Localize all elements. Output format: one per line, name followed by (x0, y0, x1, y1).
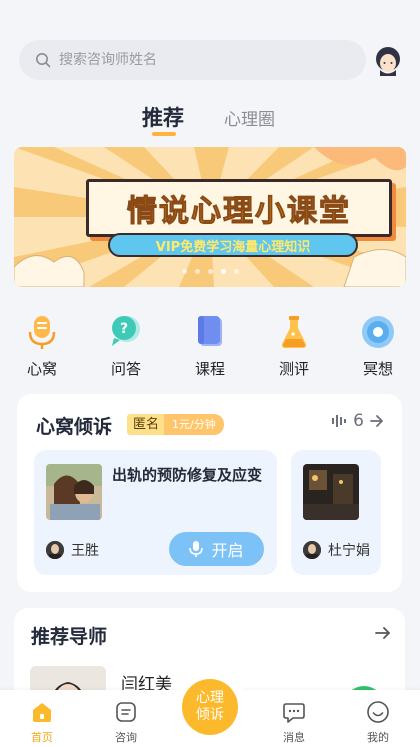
audio-bars-icon (332, 415, 347, 427)
category-test[interactable]: 测评 (264, 312, 324, 379)
category-label: 冥想 (362, 360, 393, 378)
topic-thumbnail (303, 464, 359, 520)
category-label: 问答 (110, 360, 141, 378)
start-button[interactable]: 开启 (169, 532, 264, 566)
section-title: 心窝倾诉 (36, 416, 113, 438)
nav-label: 首页 (31, 731, 53, 744)
home-icon (33, 703, 51, 722)
start-button-label: 开启 (211, 541, 244, 560)
flask-icon (281, 316, 307, 348)
search-input[interactable] (59, 52, 339, 68)
center-button-label: 心理倾诉 (196, 690, 224, 723)
search-icon (36, 53, 51, 68)
svg-text:?: ? (120, 321, 128, 337)
microphone-icon (189, 541, 204, 557)
category-label: 课程 (194, 360, 225, 378)
banner-subtitle: VIP免费学习海量心理知识 (108, 233, 358, 257)
book-icon (198, 316, 222, 346)
search-bar[interactable] (19, 40, 366, 80)
tab-psychology-circle[interactable]: 心理圈 (224, 105, 275, 130)
banner-title: 情说心理小课堂 (127, 194, 351, 230)
active-tab-indicator (152, 132, 176, 136)
category-xinwo[interactable]: 心窝 (12, 312, 72, 379)
counselor-name: 杜宁娟 (328, 543, 370, 559)
counselor-avatar (46, 541, 64, 559)
nav-mine[interactable]: 我的 (348, 700, 408, 745)
carousel-dot (194, 269, 200, 274)
online-count-link[interactable]: 6 (331, 411, 384, 431)
xinwo-section: 心窝倾诉 匿名 1元/分钟 6 出轨的预防修复及应变 王胜 开启 杜宁娟 (17, 394, 402, 592)
category-label: 心窝 (26, 360, 57, 378)
online-count: 6 (353, 411, 364, 431)
counselor-info: 王胜 (46, 540, 99, 560)
carousel-dot-active (220, 269, 226, 274)
nav-home[interactable]: 首页 (12, 700, 72, 745)
topic-title: 出轨的预防修复及应变 (112, 466, 263, 484)
anonymous-tag: 匿名 (127, 414, 166, 435)
meditation-circle-icon (362, 316, 394, 348)
promo-banner[interactable]: 情说心理小课堂 VIP免费学习海量心理知识 (14, 147, 406, 287)
nav-label: 我的 (367, 731, 389, 744)
xinwo-topic-card[interactable]: 杜宁娟 (291, 450, 381, 575)
message-bubble-icon (283, 703, 305, 723)
topic-thumbnail (46, 464, 102, 520)
psychology-talk-button[interactable]: 心理倾诉 (182, 679, 238, 735)
nav-messages[interactable]: 消息 (264, 700, 324, 745)
banner-title-board: 情说心理小课堂 (86, 179, 392, 237)
counselor-info: 杜宁娟 (303, 540, 370, 560)
microphone-icon (28, 316, 56, 349)
nav-consult[interactable]: 咨询 (96, 700, 156, 745)
smile-profile-icon (367, 701, 389, 723)
consult-icon (116, 702, 136, 722)
arrow-right-icon[interactable] (375, 626, 391, 640)
carousel-dot (207, 269, 213, 274)
customer-service-avatar-icon[interactable] (373, 44, 403, 76)
arrow-right-icon (370, 415, 383, 427)
category-label: 测评 (278, 360, 309, 378)
nav-label: 咨询 (115, 731, 137, 744)
category-course[interactable]: 课程 (180, 312, 240, 379)
section-title: 推荐导师 (31, 626, 108, 648)
xinwo-topic-card[interactable]: 出轨的预防修复及应变 王胜 开启 (34, 450, 277, 575)
counselor-avatar (303, 541, 321, 559)
price-tag: 1元/分钟 (164, 414, 224, 435)
carousel-dot (181, 269, 187, 274)
top-tabs: 推荐 心理圈 (0, 100, 420, 140)
nav-label: 消息 (283, 731, 305, 744)
tab-recommend[interactable]: 推荐 (142, 102, 184, 132)
question-bubble-icon: ? (112, 316, 140, 346)
counselor-name: 王胜 (71, 543, 99, 559)
category-meditation[interactable]: 冥想 (348, 312, 408, 379)
category-qa[interactable]: ? 问答 (96, 312, 156, 379)
carousel-dot (233, 269, 239, 274)
category-menu: 心窝 ? 问答 课程 测评 冥想 (0, 312, 420, 382)
carousel-dots (14, 269, 406, 274)
